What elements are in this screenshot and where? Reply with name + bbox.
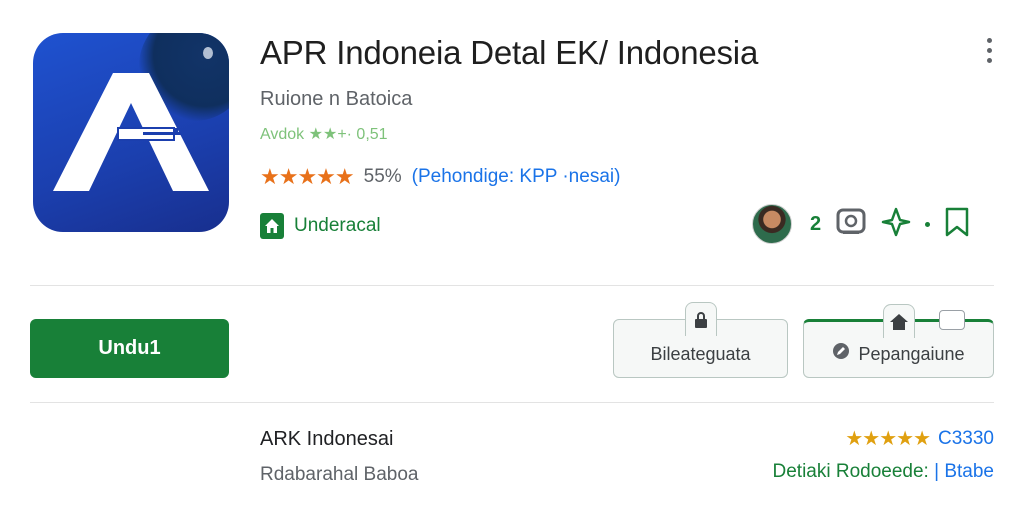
rating-note[interactable]: (Pehondige: KPP ·nesai) xyxy=(412,166,621,188)
tag-label: Underacal xyxy=(294,215,381,236)
related-rating: ★★★★★ C3330 xyxy=(845,426,994,451)
action-count: 2 xyxy=(810,212,822,235)
related-app-subtitle: Rdabarahal Baboa xyxy=(260,464,419,485)
related-detail-link[interactable]: | Btabe xyxy=(934,461,994,482)
lock-icon xyxy=(684,302,717,336)
app-title: APR Indoneia Detal EK/ Indonesia xyxy=(260,34,759,71)
tertiary-button-label: Pepangaiune xyxy=(858,344,965,364)
app-meta: Avdok ★★+· 0,51 xyxy=(260,126,388,143)
action-icons: 2 xyxy=(752,204,970,244)
home-icon xyxy=(882,304,915,338)
divider-top xyxy=(30,285,994,286)
edit-icon xyxy=(832,342,850,365)
related-detail: Detiaki Rodoeede: | Btabe xyxy=(773,461,994,483)
bookmark-icon[interactable] xyxy=(944,207,970,242)
category-tag[interactable]: Underacal xyxy=(260,213,381,239)
secondary-button[interactable]: Bileateguata xyxy=(613,302,788,378)
related-detail-label: Detiaki Rodoeede: xyxy=(772,461,935,482)
rating-stars: ★★★★★ xyxy=(260,164,355,189)
secondary-button-label: Bileateguata xyxy=(650,344,751,364)
avatar[interactable] xyxy=(752,204,792,244)
related-app-title[interactable]: ARK Indonesai xyxy=(260,428,393,451)
divider-bottom xyxy=(30,402,994,403)
window-mini-icon xyxy=(939,310,965,330)
separator-dot xyxy=(925,221,931,227)
screen-icon[interactable] xyxy=(835,207,867,242)
related-rating-count: C3330 xyxy=(938,427,994,449)
tertiary-button[interactable]: Pepangaiune xyxy=(803,304,994,378)
app-logo-letter-a xyxy=(53,73,209,191)
sparkle-icon[interactable] xyxy=(881,207,911,242)
home-tag-icon xyxy=(260,213,284,239)
app-logo-icon xyxy=(33,33,229,232)
developer-name[interactable]: Ruione n Batoica xyxy=(260,88,412,111)
rating-percent: 55% xyxy=(363,166,402,187)
related-stars: ★★★★★ xyxy=(845,428,931,450)
rating-line: ★★★★★ 55% (Pehondige: KPP ·nesai) xyxy=(260,164,620,190)
install-button[interactable]: Undu1 xyxy=(30,319,229,378)
more-vert-icon[interactable] xyxy=(980,38,998,66)
